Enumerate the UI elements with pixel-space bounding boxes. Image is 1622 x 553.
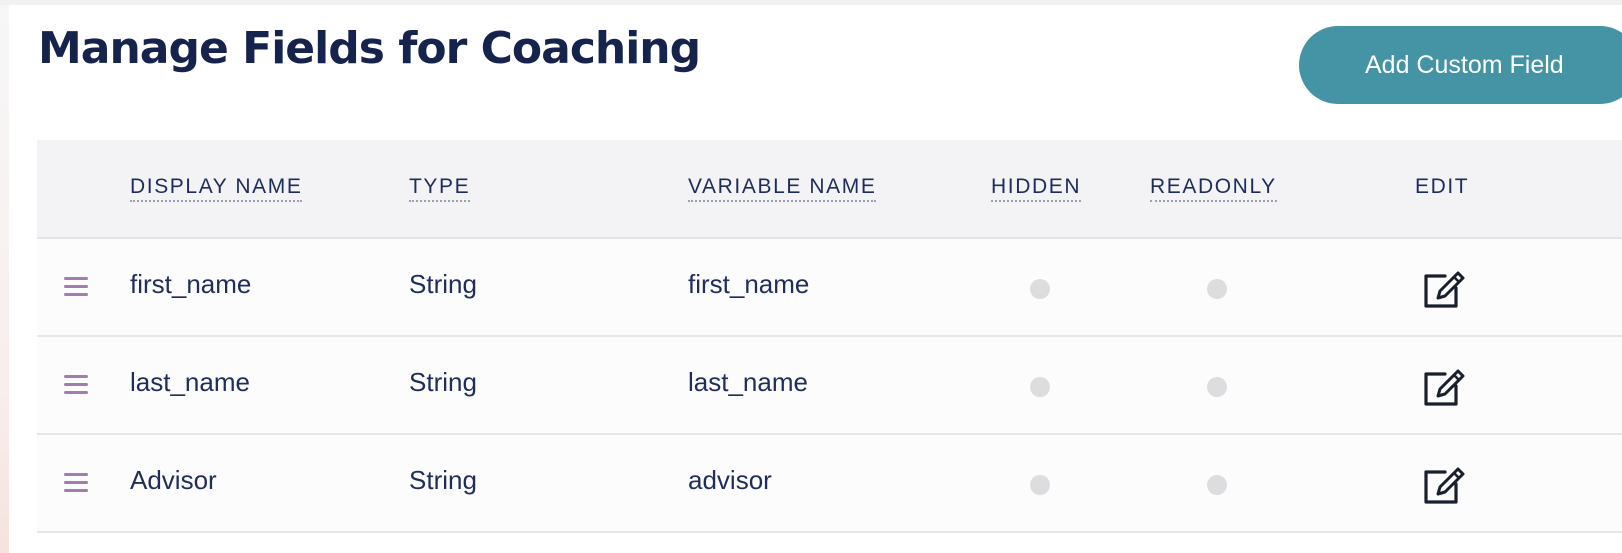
edit-icon[interactable] [1421, 463, 1467, 507]
table-row: Advisor String advisor [37, 435, 1622, 533]
drag-handle-icon[interactable] [64, 374, 88, 394]
hidden-indicator[interactable] [1030, 377, 1050, 397]
fields-table: DISPLAY NAME TYPE VARIABLE NAME HIDDEN R… [37, 140, 1622, 533]
cell-type: String [409, 269, 477, 299]
header-readonly[interactable]: READONLY [1150, 175, 1277, 202]
cell-display-name: last_name [130, 367, 250, 397]
table-header: DISPLAY NAME TYPE VARIABLE NAME HIDDEN R… [37, 140, 1622, 239]
drag-handle-icon[interactable] [64, 276, 88, 296]
table-row: last_name String last_name [37, 337, 1622, 435]
page-title: Manage Fields for Coaching [38, 23, 701, 74]
background-edge [0, 5, 9, 553]
cell-display-name: first_name [130, 269, 252, 299]
manage-fields-panel: Manage Fields for Coaching Add Custom Fi… [9, 5, 1622, 553]
header-display-name[interactable]: DISPLAY NAME [130, 175, 303, 202]
edit-icon[interactable] [1421, 365, 1467, 409]
readonly-indicator[interactable] [1207, 475, 1227, 495]
header-edit: EDIT [1415, 175, 1470, 198]
cell-variable-name: advisor [688, 465, 772, 495]
edit-icon[interactable] [1421, 267, 1467, 311]
add-custom-field-button[interactable]: Add Custom Field [1299, 26, 1622, 104]
cell-variable-name: last_name [688, 367, 808, 397]
hidden-indicator[interactable] [1030, 279, 1050, 299]
header-hidden[interactable]: HIDDEN [991, 175, 1082, 202]
cell-display-name: Advisor [130, 465, 217, 495]
header-variable-name[interactable]: VARIABLE NAME [688, 175, 877, 202]
hidden-indicator[interactable] [1030, 475, 1050, 495]
cell-type: String [409, 367, 477, 397]
cell-variable-name: first_name [688, 269, 810, 299]
header-type[interactable]: TYPE [409, 175, 471, 202]
cell-type: String [409, 465, 477, 495]
table-row: first_name String first_name [37, 239, 1622, 337]
readonly-indicator[interactable] [1207, 279, 1227, 299]
drag-handle-icon[interactable] [64, 472, 88, 492]
readonly-indicator[interactable] [1207, 377, 1227, 397]
